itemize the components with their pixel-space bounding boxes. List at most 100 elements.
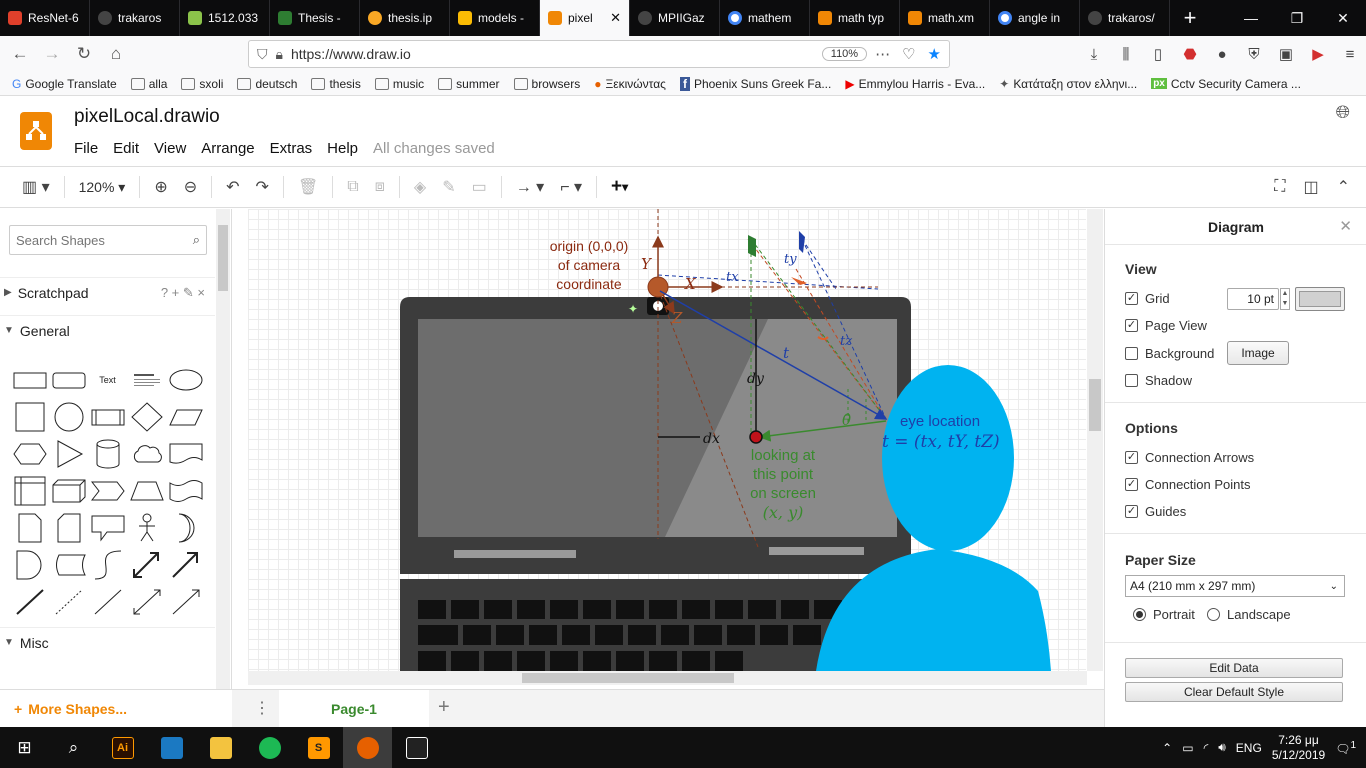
search-icon[interactable]: ⌕ bbox=[49, 727, 98, 768]
minimize-icon[interactable]: — bbox=[1228, 0, 1274, 36]
bookmark-star-icon[interactable]: ★ bbox=[928, 45, 941, 63]
shape-data-storage[interactable] bbox=[49, 546, 88, 583]
zoom-select[interactable]: 120% ▾ bbox=[71, 173, 134, 201]
close-window-icon[interactable]: ✕ bbox=[1320, 0, 1366, 36]
shape-double-arrow[interactable] bbox=[127, 546, 166, 583]
browser-tab[interactable]: angle in bbox=[990, 0, 1080, 36]
shape-textbox[interactable] bbox=[127, 361, 166, 398]
shape-note[interactable] bbox=[10, 509, 49, 546]
waypoints-icon[interactable]: ⌐ ▾ bbox=[552, 173, 590, 201]
restore-icon[interactable]: ❐ bbox=[1274, 0, 1320, 36]
account-icon[interactable]: ● bbox=[1206, 46, 1238, 63]
bookmark-item[interactable]: f Phoenix Suns Greek Fa... bbox=[679, 76, 831, 91]
browser-tab[interactable]: thesis.ip bbox=[360, 0, 450, 36]
page-tab[interactable]: Page-1 bbox=[279, 690, 429, 728]
browser-tab[interactable]: mathem bbox=[720, 0, 810, 36]
shape-directional-arrow[interactable] bbox=[166, 583, 205, 620]
diagram-canvas[interactable]: ✦ origin (0,0,0) of camera coordinate Y … bbox=[248, 209, 1086, 671]
firefox-icon[interactable] bbox=[343, 727, 392, 768]
more-shapes-button[interactable]: + More Shapes... bbox=[0, 689, 232, 727]
home-icon[interactable]: ⌂ bbox=[100, 38, 132, 70]
download-icon[interactable]: ⤓ bbox=[1078, 46, 1110, 63]
photos-icon[interactable] bbox=[392, 727, 441, 768]
close-icon[interactable]: ✕ bbox=[1339, 217, 1352, 235]
grid-checkbox-row[interactable]: ✓ Grid bbox=[1125, 291, 1170, 306]
grid-size-stepper[interactable]: ▲ ▼ bbox=[1280, 288, 1290, 310]
checkbox-checked[interactable]: ✓ bbox=[1125, 505, 1138, 518]
zoom-out-icon[interactable]: ⊖ bbox=[176, 173, 205, 201]
browser-tab[interactable]: 1512.033 bbox=[180, 0, 270, 36]
guides-row[interactable]: ✓ Guides bbox=[1125, 504, 1186, 519]
browser-tab-active[interactable]: pixel ✕ bbox=[540, 0, 630, 36]
shape-tape[interactable] bbox=[166, 472, 205, 509]
bookmark-folder[interactable]: sxoli bbox=[181, 77, 223, 91]
zoom-indicator[interactable]: 110% bbox=[821, 47, 868, 61]
browser-tab[interactable]: trakaros bbox=[90, 0, 180, 36]
shape-actor[interactable] bbox=[127, 509, 166, 546]
windows-start-icon[interactable]: ⊞ bbox=[0, 727, 49, 768]
delete-icon[interactable]: 🗑︎ bbox=[290, 173, 326, 201]
scratchpad-tools[interactable]: ? + ✎ × bbox=[161, 285, 205, 301]
shape-rectangle[interactable] bbox=[10, 361, 49, 398]
browser-tab[interactable]: math.xm bbox=[900, 0, 990, 36]
reload-icon[interactable]: ↻ bbox=[68, 38, 100, 70]
image-button[interactable]: Image bbox=[1227, 341, 1289, 365]
checkbox-checked[interactable]: ✓ bbox=[1125, 478, 1138, 491]
browser-tab[interactable]: models - bbox=[450, 0, 540, 36]
page-view-checkbox-row[interactable]: ✓ Page View bbox=[1125, 318, 1207, 333]
shape-parallelogram[interactable] bbox=[166, 398, 205, 435]
grid-color-button[interactable] bbox=[1295, 287, 1345, 311]
extension-icon[interactable]: ▶ bbox=[1302, 45, 1334, 63]
shape-process[interactable] bbox=[88, 398, 127, 435]
browser-tab[interactable]: trakaros/ bbox=[1080, 0, 1170, 36]
scratchpad-section[interactable]: ▶ Scratchpad ? + ✎ × bbox=[0, 277, 215, 307]
shape-bidirectional-arrow[interactable] bbox=[127, 583, 166, 620]
spotify-icon[interactable] bbox=[245, 727, 294, 768]
sidebar-scroll-thumb[interactable] bbox=[218, 225, 228, 291]
format-panel-toggle-icon[interactable]: ▥ ▾ bbox=[14, 173, 58, 201]
add-page-icon[interactable]: + bbox=[438, 696, 450, 719]
browser-tab[interactable]: ResNet-6 bbox=[0, 0, 90, 36]
browser-tab[interactable]: math typ bbox=[810, 0, 900, 36]
globe-icon[interactable]: 🌐︎ bbox=[1336, 102, 1350, 123]
shape-square[interactable] bbox=[10, 398, 49, 435]
shape-line[interactable] bbox=[10, 583, 49, 620]
bookmark-folder[interactable]: music bbox=[374, 77, 424, 91]
page-actions-icon[interactable]: ⋯ bbox=[875, 45, 890, 63]
shape-step[interactable] bbox=[88, 472, 127, 509]
shape-text[interactable]: Text bbox=[88, 361, 127, 398]
shape-hexagon[interactable] bbox=[10, 435, 49, 472]
grid-size-input[interactable]: 10 pt bbox=[1227, 288, 1279, 310]
checkbox-checked[interactable]: ✓ bbox=[1125, 319, 1138, 332]
radio-selected[interactable] bbox=[1133, 608, 1146, 621]
edit-data-button[interactable]: Edit Data bbox=[1125, 658, 1343, 678]
battery-icon[interactable]: ▭ bbox=[1182, 741, 1193, 755]
canvas-horizontal-scrollbar[interactable] bbox=[248, 671, 1087, 685]
extension-icon[interactable]: ▣ bbox=[1270, 45, 1302, 63]
sublime-icon[interactable]: S bbox=[294, 727, 343, 768]
language-indicator[interactable]: ENG bbox=[1236, 741, 1262, 755]
forward-arrow-icon[interactable]: → bbox=[36, 38, 68, 70]
bookmark-item[interactable]: px Cctv Security Camera ... bbox=[1151, 77, 1301, 91]
show-hidden-icon[interactable]: ⌃ bbox=[1162, 741, 1172, 755]
new-tab-button[interactable]: + bbox=[1170, 0, 1210, 36]
menu-view[interactable]: View bbox=[154, 140, 186, 157]
app-icon[interactable] bbox=[147, 727, 196, 768]
clock[interactable]: 7:26 μμ 5/12/2019 bbox=[1272, 733, 1325, 763]
address-bar[interactable]: ⛉ 🔒︎ https://www.draw.io 110% ⋯ ♡ ★ bbox=[248, 40, 950, 68]
to-back-icon[interactable]: ⧈ bbox=[367, 173, 393, 201]
shape-diamond[interactable] bbox=[127, 398, 166, 435]
notification-icon[interactable]: 🗨︎1 bbox=[1335, 740, 1356, 756]
clear-default-style-button[interactable]: Clear Default Style bbox=[1125, 682, 1343, 702]
portrait-radio-row[interactable]: Portrait bbox=[1133, 607, 1195, 622]
bookmark-folder[interactable]: thesis bbox=[311, 77, 361, 91]
fill-color-icon[interactable]: ◈ bbox=[406, 173, 434, 201]
close-tab-icon[interactable]: ✕ bbox=[610, 10, 621, 26]
menu-edit[interactable]: Edit bbox=[113, 140, 139, 157]
paper-size-select[interactable]: A4 (210 mm x 297 mm) ⌄ bbox=[1125, 575, 1345, 597]
bookmark-folder[interactable]: deutsch bbox=[237, 77, 297, 91]
shape-curve[interactable] bbox=[88, 546, 127, 583]
shape-delay[interactable] bbox=[10, 546, 49, 583]
lock-icon[interactable]: 🔒︎ bbox=[276, 46, 283, 63]
zoom-in-icon[interactable]: ⊕ bbox=[146, 173, 175, 201]
